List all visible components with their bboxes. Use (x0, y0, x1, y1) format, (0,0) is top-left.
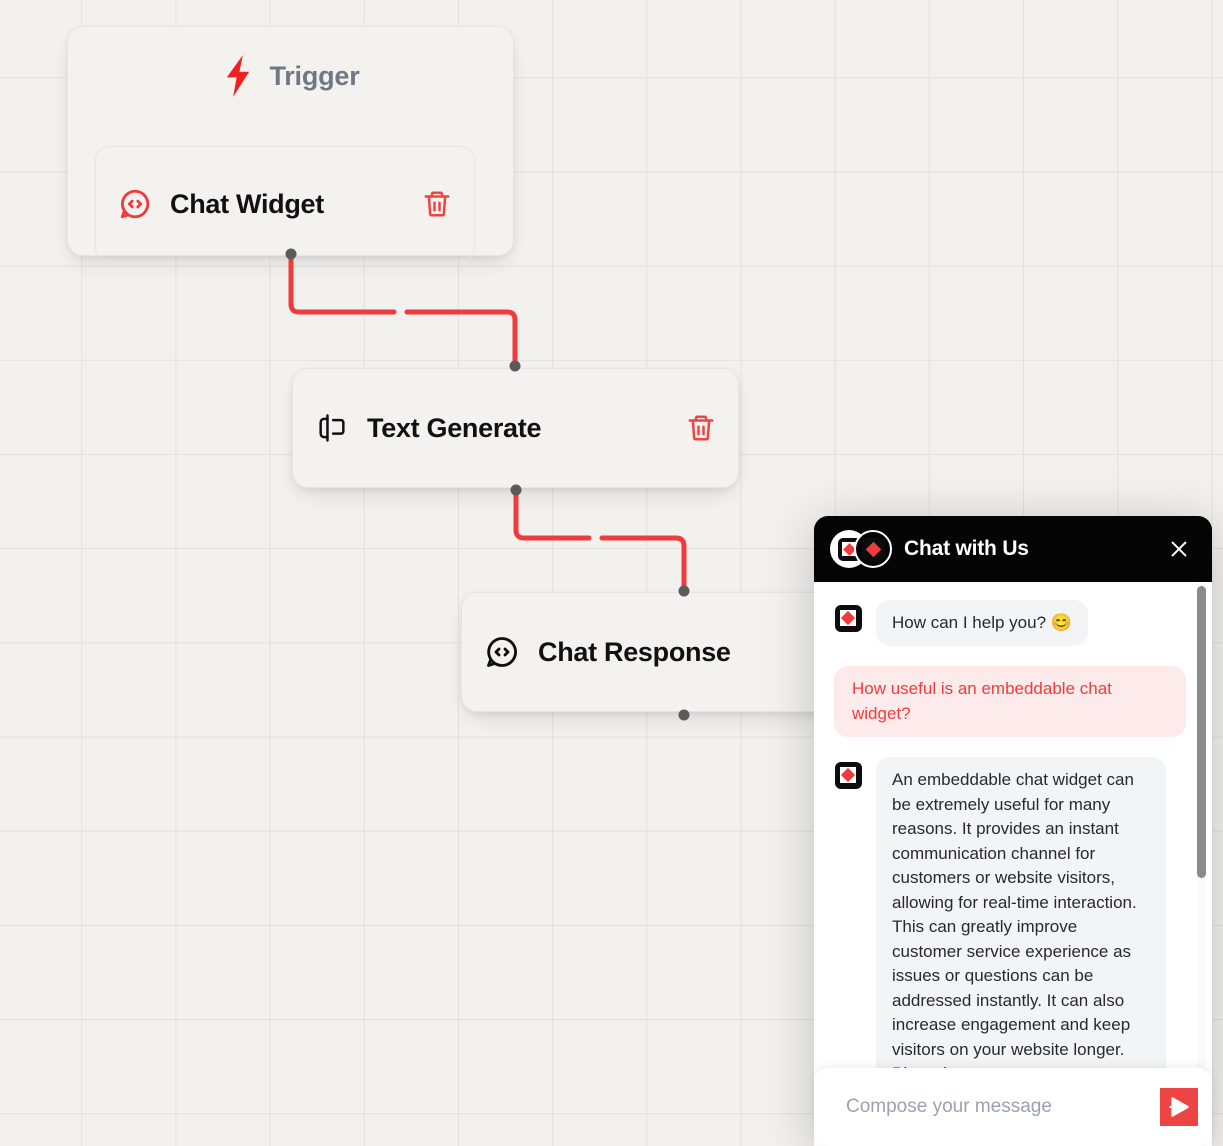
chat-response-node-title: Chat Response (538, 636, 731, 667)
chat-compose-bar[interactable] (814, 1068, 1212, 1146)
chat-widget-node-title: Chat Widget (170, 188, 324, 219)
avatar (854, 530, 892, 568)
chat-widget-header: Chat with Us (814, 516, 1212, 582)
chat-code-bubble-icon (118, 187, 152, 221)
trigger-header: Trigger (68, 27, 513, 125)
trigger-node[interactable]: Trigger Chat Widget (67, 26, 514, 262)
message-input[interactable] (846, 1096, 1160, 1118)
trigger-label: Trigger (269, 60, 360, 91)
connector-trigger-to-textgenerate (288, 251, 518, 369)
text-generate-node[interactable]: Text Generate (292, 368, 739, 488)
port-trigger-output[interactable] (285, 248, 297, 260)
avatar-group (830, 530, 892, 568)
message-bubble: How can I help you? 😊 (876, 600, 1088, 647)
workflow-canvas[interactable]: Trigger Chat Widget Text Generate Chat R… (0, 0, 1223, 1146)
chat-widget-panel[interactable]: Chat with Us How can I help you? 😊 How u… (814, 516, 1212, 1146)
message-bubble: An embeddable chat widget can be extreme… (876, 757, 1166, 1098)
chat-message-bot: How can I help you? 😊 (832, 600, 1186, 647)
chat-widget-title: Chat with Us (904, 537, 1029, 560)
port-textgenerate-input[interactable] (509, 360, 521, 372)
chat-code-bubble-icon (484, 634, 520, 670)
lightning-bolt-icon (221, 55, 255, 97)
port-chatresponse-output[interactable] (678, 709, 690, 721)
port-chatresponse-input[interactable] (678, 585, 690, 597)
scrollbar-thumb[interactable] (1197, 586, 1206, 878)
avatar (832, 602, 864, 634)
send-icon[interactable] (1160, 1088, 1198, 1126)
port-textgenerate-output[interactable] (510, 484, 522, 496)
chat-message-user: How useful is an embeddable chat widget? (832, 666, 1186, 738)
text-cursor-icon (315, 413, 349, 443)
message-bubble: How useful is an embeddable chat widget? (834, 666, 1186, 738)
close-icon[interactable] (1164, 534, 1194, 564)
chat-message-bot: An embeddable chat widget can be extreme… (832, 757, 1186, 1098)
delete-text-generate-button[interactable] (686, 413, 716, 443)
avatar (832, 759, 864, 792)
delete-chat-widget-button[interactable] (422, 189, 452, 219)
chat-message-list[interactable]: How can I help you? 😊 How useful is an e… (814, 582, 1212, 1146)
chat-widget-node[interactable]: Chat Widget (95, 146, 475, 262)
text-generate-node-title: Text Generate (367, 412, 542, 443)
